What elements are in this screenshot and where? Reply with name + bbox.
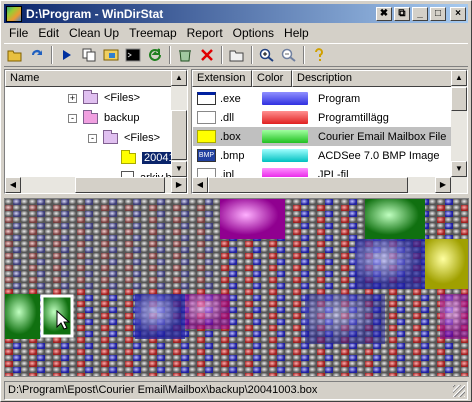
pin-button[interactable]: ✖ [376, 6, 392, 21]
mailbox-file-icon [121, 149, 136, 164]
toolbar-separator [303, 46, 305, 64]
restore-small-button[interactable]: ⧉ [394, 6, 410, 21]
open-icon[interactable] [4, 44, 26, 66]
copy-icon[interactable] [78, 44, 100, 66]
column-header-color[interactable]: Color [252, 70, 292, 87]
extension-row[interactable]: .exe Program [193, 89, 467, 108]
expand-icon[interactable]: + [68, 93, 77, 103]
title-bar[interactable]: D:\Program - WinDirStat ✖ ⧉ _ □ × [4, 4, 468, 23]
main-window: D:\Program - WinDirStat ✖ ⧉ _ □ × File E… [0, 0, 472, 402]
tree-row-selected[interactable]: 20041 [121, 148, 177, 168]
extension-horizontal-scrollbar[interactable]: ◀ ▶ [192, 177, 467, 193]
scroll-right-arrow-icon[interactable]: ▶ [171, 177, 187, 193]
toolbar-separator [169, 46, 171, 64]
tree-row-label: <Files> [124, 132, 161, 144]
extension-description: ACDSee 7.0 BMP Image [318, 149, 440, 162]
tree-horizontal-scrollbar[interactable]: ◀ ▶ [5, 177, 187, 193]
folder-icon [83, 89, 98, 104]
menu-options[interactable]: Options [228, 26, 279, 40]
scroll-thumb[interactable] [171, 110, 187, 160]
scroll-left-arrow-icon[interactable]: ◀ [192, 177, 208, 193]
scroll-thumb[interactable] [208, 177, 408, 193]
menu-report[interactable]: Report [182, 26, 228, 40]
resize-grip-icon[interactable] [453, 385, 465, 397]
recycle-icon[interactable] [174, 44, 196, 66]
scroll-thumb[interactable] [451, 87, 467, 111]
refresh-icon[interactable] [26, 44, 48, 66]
extension-vertical-scrollbar[interactable]: ▲ ▼ [451, 70, 467, 177]
extension-row-highlighted[interactable]: .box Courier Email Mailbox File [193, 127, 467, 146]
menu-edit[interactable]: Edit [33, 26, 64, 40]
toolbar-separator [221, 46, 223, 64]
extension-list[interactable]: Extension Color Description .exe Program… [191, 69, 468, 194]
toolbar [4, 43, 468, 67]
scroll-left-arrow-icon[interactable]: ◀ [5, 177, 21, 193]
delete-icon[interactable] [196, 44, 218, 66]
maximize-button[interactable]: □ [430, 6, 446, 21]
dll-file-icon [197, 111, 216, 124]
treemap-canvas[interactable] [5, 199, 469, 377]
scroll-thumb[interactable] [75, 177, 165, 193]
menu-file[interactable]: File [4, 26, 33, 40]
extension-row[interactable]: .dll Programtillägg [193, 108, 467, 127]
extension-description: Courier Email Mailbox File [318, 130, 447, 143]
app-icon[interactable] [6, 5, 22, 22]
column-header-extension[interactable]: Extension [192, 70, 252, 87]
menu-treemap[interactable]: Treemap [124, 26, 182, 40]
treemap-view[interactable] [4, 198, 469, 377]
folder-icon [83, 109, 98, 124]
toolbar-separator [51, 46, 53, 64]
cmd-icon[interactable] [122, 44, 144, 66]
extension-row[interactable]: BMP .bmp ACDSee 7.0 BMP Image [193, 146, 467, 165]
tree-row-label: backup [104, 112, 140, 124]
menu-help[interactable]: Help [279, 26, 314, 40]
explorer-icon[interactable] [100, 44, 122, 66]
exe-file-icon [197, 92, 216, 105]
extension-name: .dll [220, 111, 235, 124]
new-folder-icon[interactable] [226, 44, 248, 66]
reload-icon[interactable] [144, 44, 166, 66]
scroll-down-arrow-icon[interactable]: ▼ [451, 161, 467, 177]
collapse-icon[interactable]: - [68, 113, 77, 123]
bmp-file-icon: BMP [197, 149, 216, 162]
tree-row[interactable]: - backup [68, 108, 139, 128]
scroll-right-arrow-icon[interactable]: ▶ [435, 177, 451, 193]
window-title: D:\Program - WinDirStat [26, 6, 164, 21]
status-bar: D:\Program\Epost\Courier Email\Mailbox\b… [4, 381, 468, 400]
scroll-up-arrow-icon[interactable]: ▲ [451, 70, 467, 86]
toolbar-separator [251, 46, 253, 64]
tree-row[interactable]: + <Files> [68, 88, 140, 108]
extension-color-swatch [262, 111, 308, 124]
minimize-button[interactable]: _ [412, 6, 428, 21]
mailbox-file-icon [197, 130, 216, 143]
extension-name: .exe [220, 92, 241, 105]
zoom-out-icon[interactable] [278, 44, 300, 66]
menu-cleanup[interactable]: Clean Up [64, 26, 124, 40]
collapse-icon[interactable]: - [88, 133, 97, 143]
column-header-name[interactable]: Name [5, 70, 187, 87]
status-path: D:\Program\Epost\Courier Email\Mailbox\b… [8, 384, 318, 396]
extension-description: Programtillägg [318, 111, 389, 124]
directory-tree[interactable]: Name + <Files> - backup - <Files> 20041 … [4, 69, 188, 194]
extension-color-swatch [262, 92, 308, 105]
scroll-down-arrow-icon[interactable]: ▼ [171, 161, 187, 177]
close-button[interactable]: × [450, 6, 466, 21]
tree-row-label: <Files> [104, 92, 141, 104]
extension-color-swatch [262, 149, 308, 162]
extension-name: .bmp [220, 149, 245, 162]
scroll-up-arrow-icon[interactable]: ▲ [171, 70, 187, 86]
folder-icon [103, 129, 118, 144]
tree-vertical-scrollbar[interactable]: ▲ ▼ [171, 70, 187, 177]
extension-description: Program [318, 92, 361, 105]
menu-bar: File Edit Clean Up Treemap Report Option… [4, 24, 468, 42]
extension-color-swatch [262, 130, 308, 143]
help-icon[interactable] [308, 44, 330, 66]
zoom-in-icon[interactable] [256, 44, 278, 66]
column-header-description[interactable]: Description [292, 70, 467, 87]
play-icon[interactable] [56, 44, 78, 66]
tree-row[interactable]: - <Files> [88, 128, 160, 148]
extension-name: .box [220, 130, 241, 143]
